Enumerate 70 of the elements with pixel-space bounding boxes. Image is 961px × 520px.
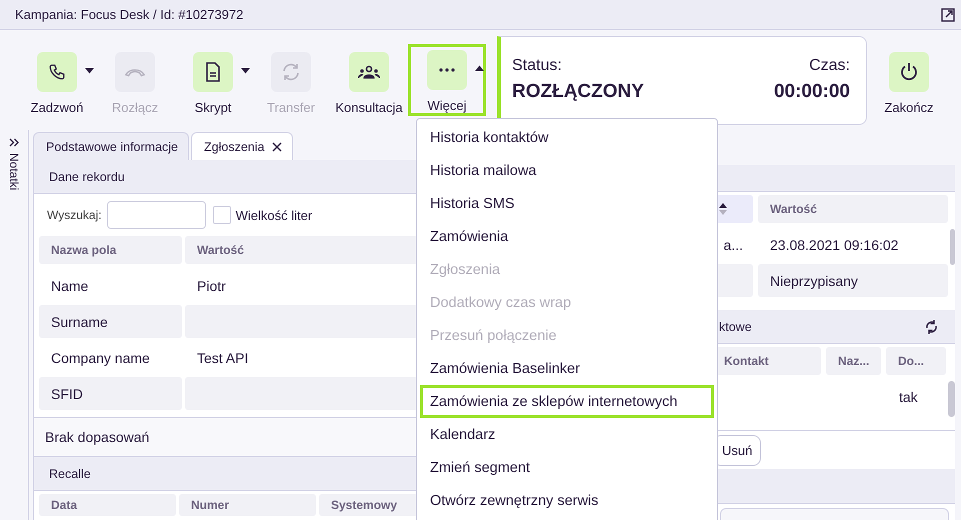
no-match-text: Brak dopasowań [45, 429, 150, 445]
tool-label: Zadzwoń [30, 100, 84, 114]
notes-sidebar[interactable]: Notatki [0, 130, 29, 520]
tab[interactable]: Zgłoszenia [191, 132, 294, 160]
menu-item[interactable]: Zmień segment [420, 451, 714, 484]
table-cell: 23.08.2021 09:16:02 [770, 236, 898, 252]
section-title: Recalle [49, 466, 91, 480]
section-title: ktowe [719, 320, 752, 334]
call-timer: 00:00:00 [774, 80, 850, 102]
group-icon [358, 64, 380, 78]
caret-down-icon[interactable] [241, 68, 250, 74]
section-title: Dane rekordu [49, 170, 125, 184]
tab[interactable]: Podstawowe informacje [33, 132, 190, 160]
column-header: Nazwa pola [39, 236, 182, 264]
tool-label: Transfer [267, 100, 315, 114]
menu-item[interactable]: Zamówienia [420, 220, 714, 253]
column-header: Data [39, 494, 176, 516]
status-label: Status: [512, 56, 563, 74]
sort-icon[interactable] [719, 203, 727, 215]
power-icon [900, 62, 918, 82]
checkbox[interactable] [212, 206, 231, 224]
status-value: ROZŁĄCZONY [512, 80, 644, 102]
column-header: Systemowy [319, 494, 418, 516]
search-field[interactable] [106, 201, 206, 229]
column-header: Do... [886, 347, 946, 375]
campaign-title: Kampania: Focus Desk / Id: #10273972 [15, 7, 244, 22]
end-button[interactable] [889, 52, 929, 92]
table-cell: Surname [39, 305, 182, 338]
menu-item[interactable]: Historia mailowa [420, 154, 714, 187]
caret-down-icon[interactable] [85, 68, 94, 74]
column-header: Wartość [758, 195, 948, 223]
table-cell-text: Company name [50, 348, 151, 368]
table-cell-text: Piotr [196, 276, 227, 296]
chevrons-right-icon[interactable] [9, 138, 19, 147]
document-icon [205, 62, 221, 82]
menu-item[interactable]: Zamówienia ze sklepów internetowych [420, 385, 714, 418]
refresh-icon[interactable] [925, 320, 938, 334]
column-header: Numer [179, 494, 316, 516]
scrollbar-thumb[interactable] [950, 229, 955, 265]
table-cell: Nieprzypisany [770, 272, 858, 288]
menu-item[interactable]: Historia SMS [420, 187, 714, 220]
time-label: Czas: [809, 56, 850, 74]
menu-item[interactable]: Historia kontaktów [420, 121, 714, 154]
tool-label: Skrypt [194, 100, 232, 114]
close-icon[interactable] [272, 142, 282, 152]
tool-label: Więcej [427, 98, 466, 113]
group-button[interactable] [349, 52, 389, 92]
tool-label: Konsultacja [335, 100, 403, 114]
table-cell-text: Test API [196, 348, 250, 368]
column-header: Wartość [185, 236, 418, 264]
table-cell: SFID [39, 377, 182, 410]
notes-label: Notatki [7, 153, 21, 190]
checkbox-label: Wielkość liter [236, 208, 312, 222]
document-button[interactable] [193, 52, 233, 92]
scrollbar-thumb[interactable] [948, 381, 955, 417]
menu-item[interactable]: Otwórz zewnętrzny serwis [420, 484, 714, 517]
expand-icon[interactable] [941, 8, 955, 22]
table-cell: a... [724, 236, 743, 252]
column-header: Naz... [826, 347, 881, 375]
phone-button[interactable] [37, 52, 77, 92]
ellipsis-icon [438, 68, 456, 72]
phone-icon [48, 62, 66, 80]
table-cell-text: Name [50, 276, 90, 296]
search-label: Wyszukaj: [47, 208, 102, 222]
table-cell-text: tak [898, 388, 919, 406]
transfer-icon [281, 62, 301, 82]
menu-item[interactable]: Kalendarz [420, 418, 714, 451]
end-label: Zakończ [884, 100, 934, 114]
tool-label: Rozłącz [112, 100, 158, 114]
caret-up-icon[interactable] [475, 65, 484, 71]
